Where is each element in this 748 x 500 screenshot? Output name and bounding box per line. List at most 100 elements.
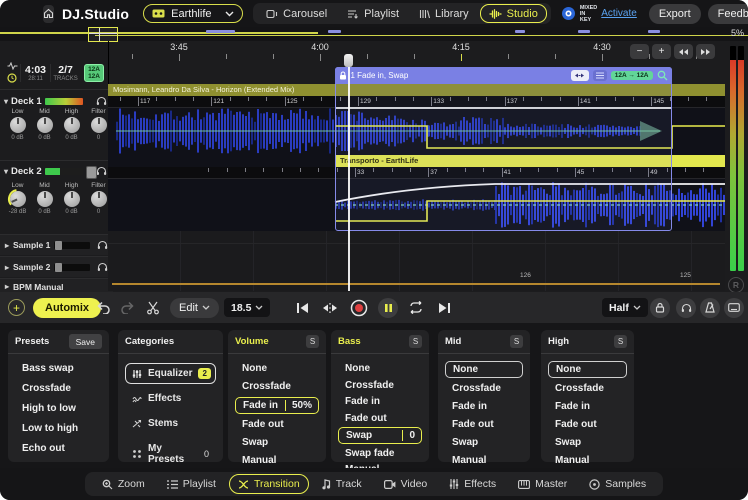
deck2-high-knob[interactable] <box>64 191 80 207</box>
bass-option-swap-fade[interactable]: Swap fade <box>338 446 422 461</box>
tab-playlist-bottom[interactable]: Playlist <box>158 474 225 494</box>
mid-option-manual[interactable]: Manual <box>445 453 523 468</box>
bass-option-none[interactable]: None <box>338 361 422 376</box>
high-option-fade-out[interactable]: Fade out <box>548 417 627 432</box>
high-option-swap[interactable]: Swap <box>548 435 627 450</box>
sample2-fader[interactable] <box>54 264 90 271</box>
minimap-viewport[interactable] <box>88 27 118 42</box>
mid-solo-button[interactable]: S <box>510 335 523 348</box>
jump-to-transition-button[interactable] <box>322 302 338 314</box>
headphones-icon[interactable] <box>97 240 108 250</box>
volume-option-swap[interactable]: Swap <box>235 435 319 450</box>
preset-item[interactable]: Low to high <box>15 421 102 436</box>
headphones-icon[interactable] <box>96 96 107 106</box>
metronome-button[interactable] <box>700 298 720 318</box>
pause-button[interactable] <box>378 298 398 318</box>
loop-button[interactable] <box>408 301 424 314</box>
preset-item[interactable]: Echo out <box>15 441 102 456</box>
volume-option-manual[interactable]: Manual <box>235 453 319 468</box>
tab-zoom[interactable]: Zoom <box>93 474 154 494</box>
category-effects[interactable]: Effects <box>125 388 216 409</box>
activate-link[interactable]: Activate <box>601 8 637 19</box>
mid-option-swap[interactable]: Swap <box>445 435 523 450</box>
deck1-header[interactable]: ▾ Deck 1 <box>0 94 112 108</box>
redo-button[interactable] <box>120 301 135 314</box>
preset-item[interactable]: Bass swap <box>15 361 102 376</box>
high-option-crossfade[interactable]: Crossfade <box>548 381 627 396</box>
deck2-mid-knob[interactable] <box>37 191 53 207</box>
zoom-in-button[interactable]: + <box>652 44 671 59</box>
bass-solo-button[interactable]: S <box>409 335 422 348</box>
tab-transition[interactable]: Transition <box>229 474 309 494</box>
edit-mode-dropdown[interactable]: Edit <box>170 298 219 318</box>
headphones-cue-button[interactable] <box>676 298 696 318</box>
skip-to-end-button[interactable] <box>438 302 452 314</box>
deck1-high-knob[interactable] <box>64 117 80 133</box>
add-button[interactable]: + <box>8 299 25 316</box>
headphones-icon[interactable] <box>97 262 108 272</box>
mid-option-fade-in[interactable]: Fade in <box>445 399 523 414</box>
skip-back-button[interactable] <box>674 44 693 59</box>
sample2-row[interactable]: ▸ Sample 2 <box>0 256 113 277</box>
tab-effects[interactable]: Effects <box>440 474 505 494</box>
volume-option-fade-in[interactable]: Fade in50% <box>235 397 319 414</box>
transition-list-button[interactable] <box>593 70 607 81</box>
category-stems[interactable]: Stems <box>125 413 216 434</box>
zoom-out-button[interactable]: − <box>630 44 649 59</box>
deck1-low-knob[interactable] <box>10 117 26 133</box>
volume-option-none[interactable]: None <box>235 361 319 376</box>
category-my-presets[interactable]: My Presets 0 <box>125 438 216 470</box>
mid-option-fade-out[interactable]: Fade out <box>445 417 523 432</box>
bass-option-fade-in[interactable]: Fade in <box>338 394 422 409</box>
headphones-icon[interactable] <box>96 166 107 176</box>
feedback-button[interactable]: Feedback <box>708 4 748 24</box>
tab-playlist[interactable]: Playlist <box>338 4 408 23</box>
transition-preview-button[interactable] <box>571 70 589 81</box>
deck2-low-knob[interactable] <box>10 191 26 207</box>
mid-option-none[interactable]: None <box>445 361 523 378</box>
cut-button[interactable] <box>146 301 160 315</box>
tempo-automation-line[interactable] <box>112 283 720 285</box>
export-button[interactable]: Export <box>649 4 701 24</box>
project-selector[interactable]: Earthlife <box>143 4 243 23</box>
tab-master[interactable]: Master <box>509 474 576 494</box>
deck2-filter-knob[interactable] <box>91 191 107 207</box>
category-equalizer[interactable]: Equalizer 2 <box>125 363 216 384</box>
sample1-row[interactable]: ▸ Sample 1 <box>0 234 113 255</box>
high-option-none[interactable]: None <box>548 361 627 378</box>
tab-track[interactable]: Track <box>313 474 371 494</box>
deck1-filter-knob[interactable] <box>91 117 107 133</box>
volume-option-crossfade[interactable]: Crossfade <box>235 379 319 394</box>
mid-option-crossfade[interactable]: Crossfade <box>445 381 523 396</box>
deck1-mid-knob[interactable] <box>37 117 53 133</box>
high-option-fade-in[interactable]: Fade in <box>548 399 627 414</box>
tempo-dropdown[interactable]: 18.5 <box>224 298 270 317</box>
transition-region[interactable]: 1 Fade in, Swap 12A → 12A <box>335 67 672 231</box>
transition-header[interactable]: 1 Fade in, Swap 12A → 12A <box>335 67 672 84</box>
playhead[interactable] <box>348 54 350 291</box>
tab-studio[interactable]: Studio <box>480 4 547 23</box>
keyboard-shortcuts-button[interactable] <box>724 298 744 318</box>
preset-item[interactable]: Crossfade <box>15 381 102 396</box>
arrangement-area[interactable]: 3:454:004:154:30 − + Mosimann, Leandro D… <box>108 41 725 291</box>
bass-option-fade-out[interactable]: Fade out <box>338 411 422 426</box>
home-button[interactable] <box>43 5 54 23</box>
arrangement-minimap[interactable]: 5% <box>0 27 748 41</box>
sample1-fader[interactable] <box>54 242 90 249</box>
automix-button[interactable]: Automix <box>33 298 101 318</box>
tab-carousel[interactable]: Carousel <box>257 4 336 23</box>
volume-solo-button[interactable]: S <box>306 335 319 348</box>
half-time-dropdown[interactable]: Half <box>602 298 648 317</box>
tab-samples[interactable]: Samples <box>580 474 655 494</box>
tempo-lane[interactable]: 126 125 <box>108 256 725 291</box>
record-button[interactable] <box>350 299 368 317</box>
playhead-handle[interactable] <box>344 54 353 67</box>
tab-video[interactable]: Video <box>375 474 437 494</box>
bass-option-crossfade[interactable]: Crossfade <box>338 378 422 393</box>
volume-option-fade-out[interactable]: Fade out <box>235 417 319 432</box>
save-preset-button[interactable]: Save <box>69 334 102 349</box>
preset-item[interactable]: High to low <box>15 401 102 416</box>
undo-button[interactable] <box>96 301 111 314</box>
deck2-header[interactable]: ▾ Deck 2 <box>0 160 112 178</box>
skip-forward-button[interactable] <box>696 44 715 59</box>
